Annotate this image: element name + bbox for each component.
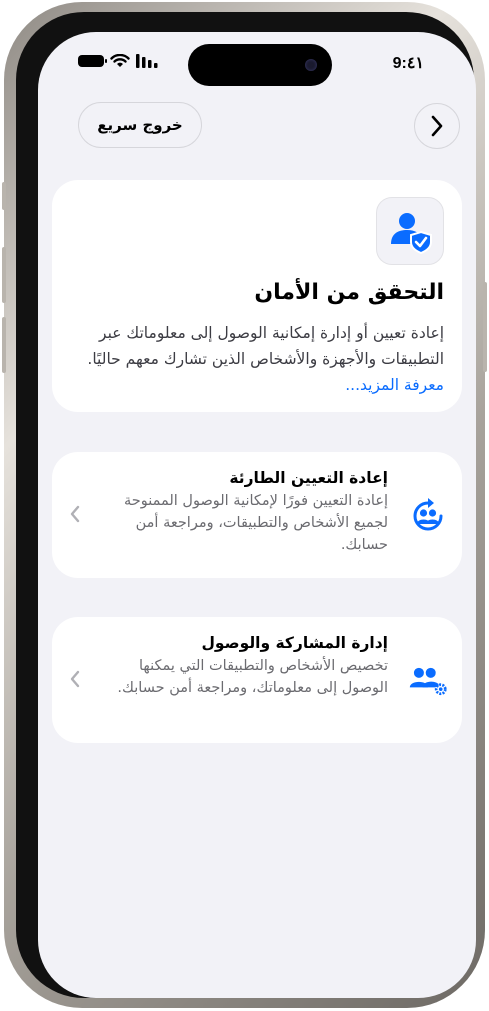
option-text: إعادة التعيين الطارئة إعادة التعيين فورً… bbox=[108, 466, 388, 556]
screen: 9:٤١ خروج سريع التحقق من الأمان إعادة تع… bbox=[38, 32, 476, 998]
option-description: إعادة التعيين فورًا لإمكانية الوصول المم… bbox=[124, 493, 388, 553]
people-gear-icon bbox=[408, 661, 448, 701]
option-title: إدارة المشاركة والوصول bbox=[201, 634, 388, 652]
phone-frame: 9:٤١ خروج سريع التحقق من الأمان إعادة تع… bbox=[2, 2, 487, 1008]
status-icons bbox=[78, 54, 158, 68]
chevron-left-icon bbox=[70, 505, 80, 523]
manage-sharing-option[interactable]: إدارة المشاركة والوصول تخصيص الأشخاص وال… bbox=[52, 617, 462, 743]
chevron-left-icon bbox=[70, 670, 80, 688]
status-bar: 9:٤١ bbox=[38, 32, 476, 92]
option-description: تخصيص الأشخاص والتطبيقات التي يمكنها الو… bbox=[117, 658, 388, 696]
emergency-reset-icon bbox=[408, 496, 448, 536]
page-title: التحقق من الأمان bbox=[254, 280, 444, 305]
wifi-icon bbox=[110, 54, 130, 67]
battery-icon bbox=[78, 55, 107, 67]
bezel: 9:٤١ خروج سريع التحقق من الأمان إعادة تع… bbox=[16, 12, 476, 998]
navigation-bar: خروج سريع bbox=[38, 102, 476, 152]
dynamic-island bbox=[188, 44, 332, 86]
camera-icon bbox=[305, 59, 317, 71]
safety-check-card: التحقق من الأمان إعادة تعيين أو إدارة إم… bbox=[52, 180, 462, 412]
quick-exit-button[interactable]: خروج سريع bbox=[78, 102, 202, 148]
action-button bbox=[2, 182, 6, 210]
chevron-right-icon bbox=[431, 115, 443, 137]
side-button bbox=[483, 282, 487, 372]
emergency-reset-option[interactable]: إعادة التعيين الطارئة إعادة التعيين فورً… bbox=[52, 452, 462, 578]
volume-down-button bbox=[2, 317, 6, 373]
learn-more-link[interactable]: معرفة المزيد... bbox=[345, 376, 444, 394]
option-title: إعادة التعيين الطارئة bbox=[229, 469, 388, 487]
option-text: إدارة المشاركة والوصول تخصيص الأشخاص وال… bbox=[108, 631, 388, 699]
person-shield-icon bbox=[376, 197, 444, 265]
page-description: إعادة تعيين أو إدارة إمكانية الوصول إلى … bbox=[69, 320, 444, 398]
forward-button[interactable] bbox=[414, 103, 460, 149]
description-text: إعادة تعيين أو إدارة إمكانية الوصول إلى … bbox=[87, 324, 444, 368]
cellular-signal-icon bbox=[136, 54, 158, 68]
status-time: 9:٤١ bbox=[392, 55, 424, 72]
volume-up-button bbox=[2, 247, 6, 303]
